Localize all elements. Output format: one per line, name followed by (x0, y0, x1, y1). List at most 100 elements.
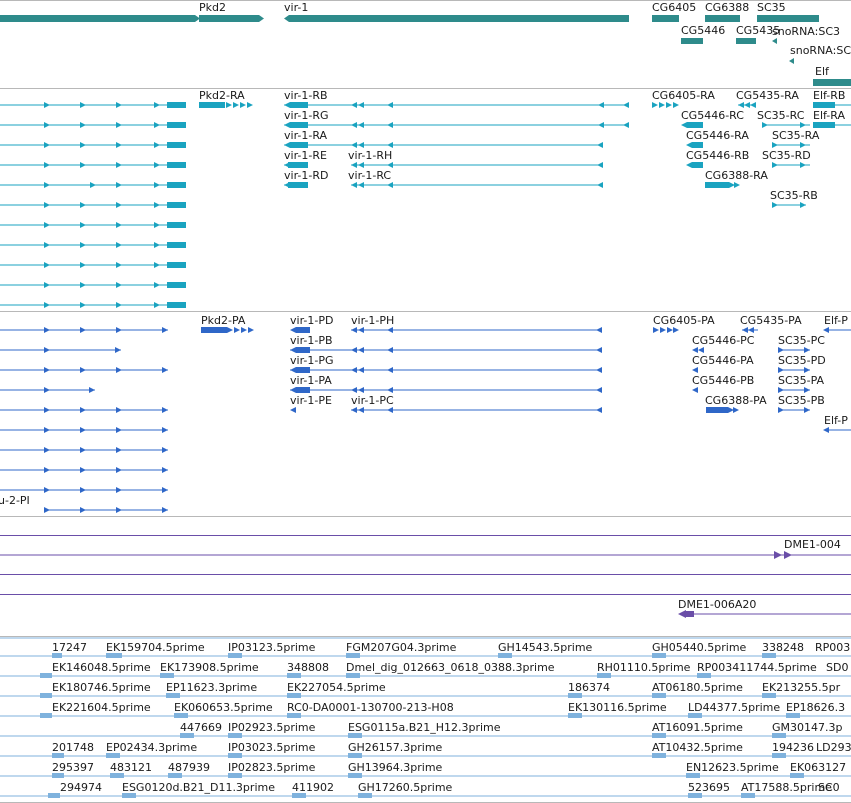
protein-vir-1-pe[interactable]: vir-1-PE (290, 394, 332, 413)
protein-cg5446-pc[interactable]: CG5446-PC (692, 334, 755, 353)
transcript-vir-1-re[interactable]: vir-1-RE (284, 149, 327, 168)
gene-snorna-sc[interactable]: snoRNA:SC (789, 44, 851, 64)
protein-row (0, 387, 95, 393)
est-row-1[interactable]: 17247 EK159704.5prime IP03123.5prime FGM… (52, 641, 850, 658)
est-row-3[interactable]: EK180746.5prime EP11623.3prime EK227054.… (40, 681, 841, 698)
transcript-label: vir-1-RG (284, 109, 329, 122)
pcr-track[interactable]: DME1-004 DME1-006A20 (0, 535, 851, 619)
gene-sc35[interactable]: SC35 (757, 1, 819, 22)
protein-label: vir-1-PH (351, 314, 394, 327)
transcript-elf-ra[interactable]: Elf-RA (813, 109, 851, 128)
genome-browser-canvas[interactable]: Pkd2 vir-1 CG6405 CG6388 SC35 CG5446 CG5… (0, 0, 851, 803)
protein-label: CG6405-PA (653, 314, 715, 327)
est-label: RC0-DA0001-130700-213-H08 (287, 701, 454, 714)
transcripts-track[interactable]: Pkd2-RA vir-1-RB vir-1-RG vir-1-RA vir-1… (0, 89, 851, 308)
transcript-cg5446-rc[interactable]: CG5446-RC (681, 109, 744, 128)
transcript-cg5435-ra[interactable]: CG5435-RA (736, 89, 799, 108)
transcript-pkd2-ra[interactable]: Pkd2-RA (199, 89, 253, 108)
transcript-left-set[interactable] (0, 102, 186, 308)
transcript-vir-1-rb[interactable]: vir-1-RB (284, 89, 629, 108)
protein-label: CG6388-PA (705, 394, 767, 407)
transcript-label: CG5446-RA (686, 129, 749, 142)
est-label: 295397 (52, 761, 94, 774)
protein-vir-1-pd[interactable]: vir-1-PD (290, 314, 333, 333)
protein-row (0, 367, 168, 373)
transcript-label: Elf-RA (813, 109, 845, 122)
pcr-dme1-006a20[interactable]: DME1-006A20 (678, 598, 851, 618)
genes-track[interactable]: Pkd2 vir-1 CG6405 CG6388 SC35 CG5446 CG5… (0, 1, 851, 86)
est-row-5[interactable]: 447669 IP02923.5prime ESG0115a.B21_H12.3… (180, 721, 843, 738)
gene-cg5446[interactable]: CG5446 (681, 24, 725, 44)
protein-vir-1-pb[interactable]: vir-1-PB (290, 334, 602, 353)
transcript-sc35-rb[interactable]: SC35-RB (770, 189, 818, 208)
protein-vir-1-pg[interactable]: vir-1-PG (290, 354, 602, 373)
gene-elf[interactable]: Elf (813, 65, 851, 86)
transcript-sc35-rd[interactable]: SC35-RD (762, 149, 811, 168)
est-row-4[interactable]: EK221604.5prime EK060653.5prime RC0-DA00… (40, 701, 845, 718)
protein-label: vir-1-PB (290, 334, 333, 347)
protein-cg5446-pb[interactable]: CG5446-PB (692, 374, 754, 393)
protein-vir-1-pc[interactable]: vir-1-PC (351, 394, 602, 413)
gene-feature[interactable] (0, 15, 200, 22)
protein-cg6388-pa[interactable]: CG6388-PA (705, 394, 767, 413)
transcript-vir-1-rh[interactable]: vir-1-RH (348, 149, 603, 168)
est-label: 523695 (688, 781, 730, 794)
protein-sc35-pb[interactable]: SC35-PB (778, 394, 825, 413)
transcript-cg5446-rb[interactable]: CG5446-RB (686, 149, 749, 168)
est-row-7[interactable]: 295397 483121 487939 IP02823.5prime GH13… (52, 761, 846, 778)
transcript-row (0, 242, 186, 248)
pcr-label: DME1-004 (784, 538, 841, 551)
protein-vir-1-ph[interactable]: vir-1-PH (351, 314, 602, 333)
transcript-sc35-ra[interactable]: SC35-RA (772, 129, 820, 148)
est-row-2[interactable]: EK146048.5prime EK173908.5prime 348808 D… (40, 661, 848, 678)
transcript-cg6388-ra[interactable]: CG6388-RA (705, 169, 768, 188)
transcript-row (0, 182, 186, 188)
transcript-vir-1-rg[interactable]: vir-1-RG (284, 109, 629, 128)
protein-cg5435-pa[interactable]: CG5435-PA (740, 314, 802, 333)
protein-label: CG5446-PA (692, 354, 754, 367)
est-label: IP02823.5prime (228, 761, 316, 774)
est-label: 338248 (762, 641, 804, 654)
est-label: EK221604.5prime (52, 701, 151, 714)
protein-cg5446-pa[interactable]: CG5446-PA (692, 354, 754, 373)
transcript-row (0, 142, 186, 148)
gene-vir-1[interactable]: vir-1 (284, 1, 629, 22)
protein-sc35-pa[interactable]: SC35-PA (778, 374, 825, 393)
protein-sc35-pc[interactable]: SC35-PC (778, 334, 825, 353)
gene-cg6388[interactable]: CG6388 (705, 1, 749, 22)
gene-cg6405[interactable]: CG6405 (652, 1, 696, 22)
protein-row (0, 447, 168, 453)
est-track[interactable]: 17247 EK159704.5prime IP03123.5prime FGM… (0, 637, 851, 798)
est-label: EK180746.5prime (52, 681, 151, 694)
protein-elf-p-2[interactable]: Elf-P (823, 414, 851, 433)
protein-cg6405-pa[interactable]: CG6405-PA (653, 314, 715, 333)
protein-label: SC35-PB (778, 394, 825, 407)
est-row-6[interactable]: 201748 EP02434.3prime IP03023.5prime GH2… (52, 741, 851, 758)
transcript-label: CG5435-RA (736, 89, 799, 102)
transcript-cg5446-ra[interactable]: CG5446-RA (686, 129, 749, 148)
protein-left-set[interactable]: u-2-PI (0, 327, 168, 513)
est-row-8[interactable]: 294974 ESG0120d.B21_D11.3prime 411902 GH… (48, 781, 840, 798)
proteins-track[interactable]: u-2-PI Pkd2-PA vir-1-PD vir-1-PH vir-1-P… (0, 314, 851, 513)
protein-label: vir-1-PG (290, 354, 333, 367)
est-label: IP03023.5prime (228, 741, 316, 754)
protein-row (0, 327, 168, 333)
protein-sc35-pd[interactable]: SC35-PD (778, 354, 826, 373)
transcript-vir-1-rc[interactable]: vir-1-RC (348, 169, 603, 188)
transcript-vir-1-rd[interactable]: vir-1-RD (284, 169, 328, 188)
pcr-dme1-004[interactable]: DME1-004 (0, 538, 851, 559)
transcript-vir-1-ra[interactable]: vir-1-RA (284, 129, 603, 148)
est-label: RP003411744.5prime (697, 661, 817, 674)
transcript-cg6405-ra[interactable]: CG6405-RA (652, 89, 715, 108)
transcript-row (0, 202, 186, 208)
transcript-sc35-rc[interactable]: SC35-RC (757, 109, 810, 128)
protein-pkd2-pa[interactable]: Pkd2-PA (201, 314, 254, 333)
transcript-label: Pkd2-RA (199, 89, 245, 102)
protein-label: vir-1-PA (290, 374, 332, 387)
gene-snorna-sc3[interactable]: snoRNA:SC3 (772, 25, 840, 44)
transcript-row (0, 222, 186, 228)
protein-vir-1-pa[interactable]: vir-1-PA (290, 374, 602, 393)
gene-pkd2[interactable]: Pkd2 (199, 1, 264, 22)
protein-elf-p[interactable]: Elf-P (823, 314, 851, 333)
transcript-elf-rb[interactable]: Elf-RB (813, 89, 851, 108)
